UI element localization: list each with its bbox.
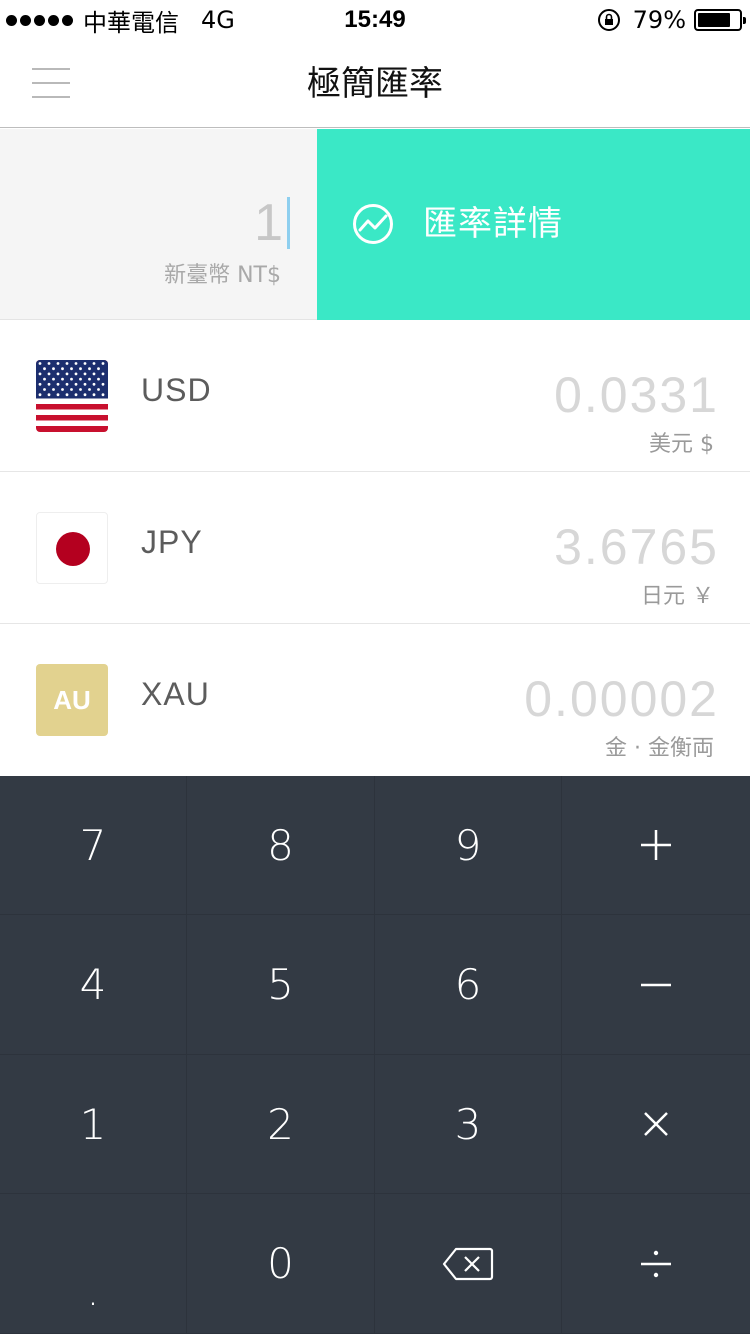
key-6[interactable]: 6 — [375, 915, 562, 1055]
page-title: 極簡匯率 — [307, 64, 443, 104]
key-0[interactable]: 0 — [187, 1194, 375, 1334]
rate-details-label: 匯率詳情 — [423, 204, 563, 244]
key-decimal[interactable]: . — [0, 1194, 187, 1334]
currency-row-usd[interactable]: USD 0.0331 美元 $ — [0, 320, 750, 472]
currency-code: JPY — [141, 524, 203, 560]
currency-code: USD — [141, 372, 212, 408]
currency-unit: 日元 ￥ — [641, 584, 714, 609]
key-multiply[interactable] — [562, 1055, 750, 1194]
key-3[interactable]: 3 — [375, 1055, 562, 1194]
currency-value: 0.0331 — [554, 367, 719, 423]
text-caret — [287, 197, 290, 249]
currency-value: 0.00002 — [524, 671, 719, 727]
currency-list: USD 0.0331 美元 $ JPY 3.6765 日元 ￥ AU XAU 0… — [0, 320, 750, 776]
divide-icon — [641, 1250, 671, 1277]
currency-row-xau[interactable]: AU XAU 0.00002 金 · 金衡両 — [0, 624, 750, 776]
amount-input-panel[interactable]: 1 新臺幣 NT$ — [0, 129, 317, 320]
gold-badge-icon: AU — [36, 664, 108, 736]
key-plus[interactable] — [562, 776, 750, 915]
nav-bar: 極簡匯率 — [0, 40, 750, 128]
backspace-icon — [442, 1247, 494, 1280]
battery-percent: 79% — [632, 6, 686, 34]
us-flag-icon — [36, 360, 108, 432]
multiply-icon — [644, 1112, 668, 1136]
number-keypad: 7 8 9 4 5 6 1 2 3 . 0 — [0, 776, 750, 1334]
rotation-lock-icon — [597, 9, 620, 31]
key-minus[interactable] — [562, 915, 750, 1055]
decimal-label: . — [86, 1268, 100, 1315]
key-9[interactable]: 9 — [375, 776, 562, 915]
key-4[interactable]: 4 — [0, 915, 187, 1055]
status-right: 79% — [597, 0, 746, 40]
key-backspace[interactable] — [375, 1194, 562, 1334]
minus-icon — [641, 983, 671, 986]
amount-input[interactable]: 1 — [254, 193, 283, 253]
status-bar: 中華電信 4G 15:49 79% — [0, 0, 750, 40]
currency-row-jpy[interactable]: JPY 3.6765 日元 ￥ — [0, 472, 750, 624]
key-2[interactable]: 2 — [187, 1055, 375, 1194]
key-7[interactable]: 7 — [0, 776, 187, 915]
rate-details-button[interactable]: 匯率詳情 — [317, 129, 750, 320]
trend-chart-icon — [353, 204, 393, 244]
base-currency-label: 新臺幣 NT$ — [164, 263, 281, 288]
battery-icon — [694, 9, 746, 31]
key-divide[interactable] — [562, 1194, 750, 1334]
currency-code: XAU — [141, 676, 210, 712]
currency-value: 3.6765 — [554, 519, 719, 575]
plus-icon — [641, 830, 671, 860]
currency-unit: 金 · 金衡両 — [605, 736, 714, 761]
key-5[interactable]: 5 — [187, 915, 375, 1055]
key-8[interactable]: 8 — [187, 776, 375, 915]
jp-flag-icon — [36, 512, 108, 584]
key-1[interactable]: 1 — [0, 1055, 187, 1194]
currency-unit: 美元 $ — [649, 432, 714, 457]
